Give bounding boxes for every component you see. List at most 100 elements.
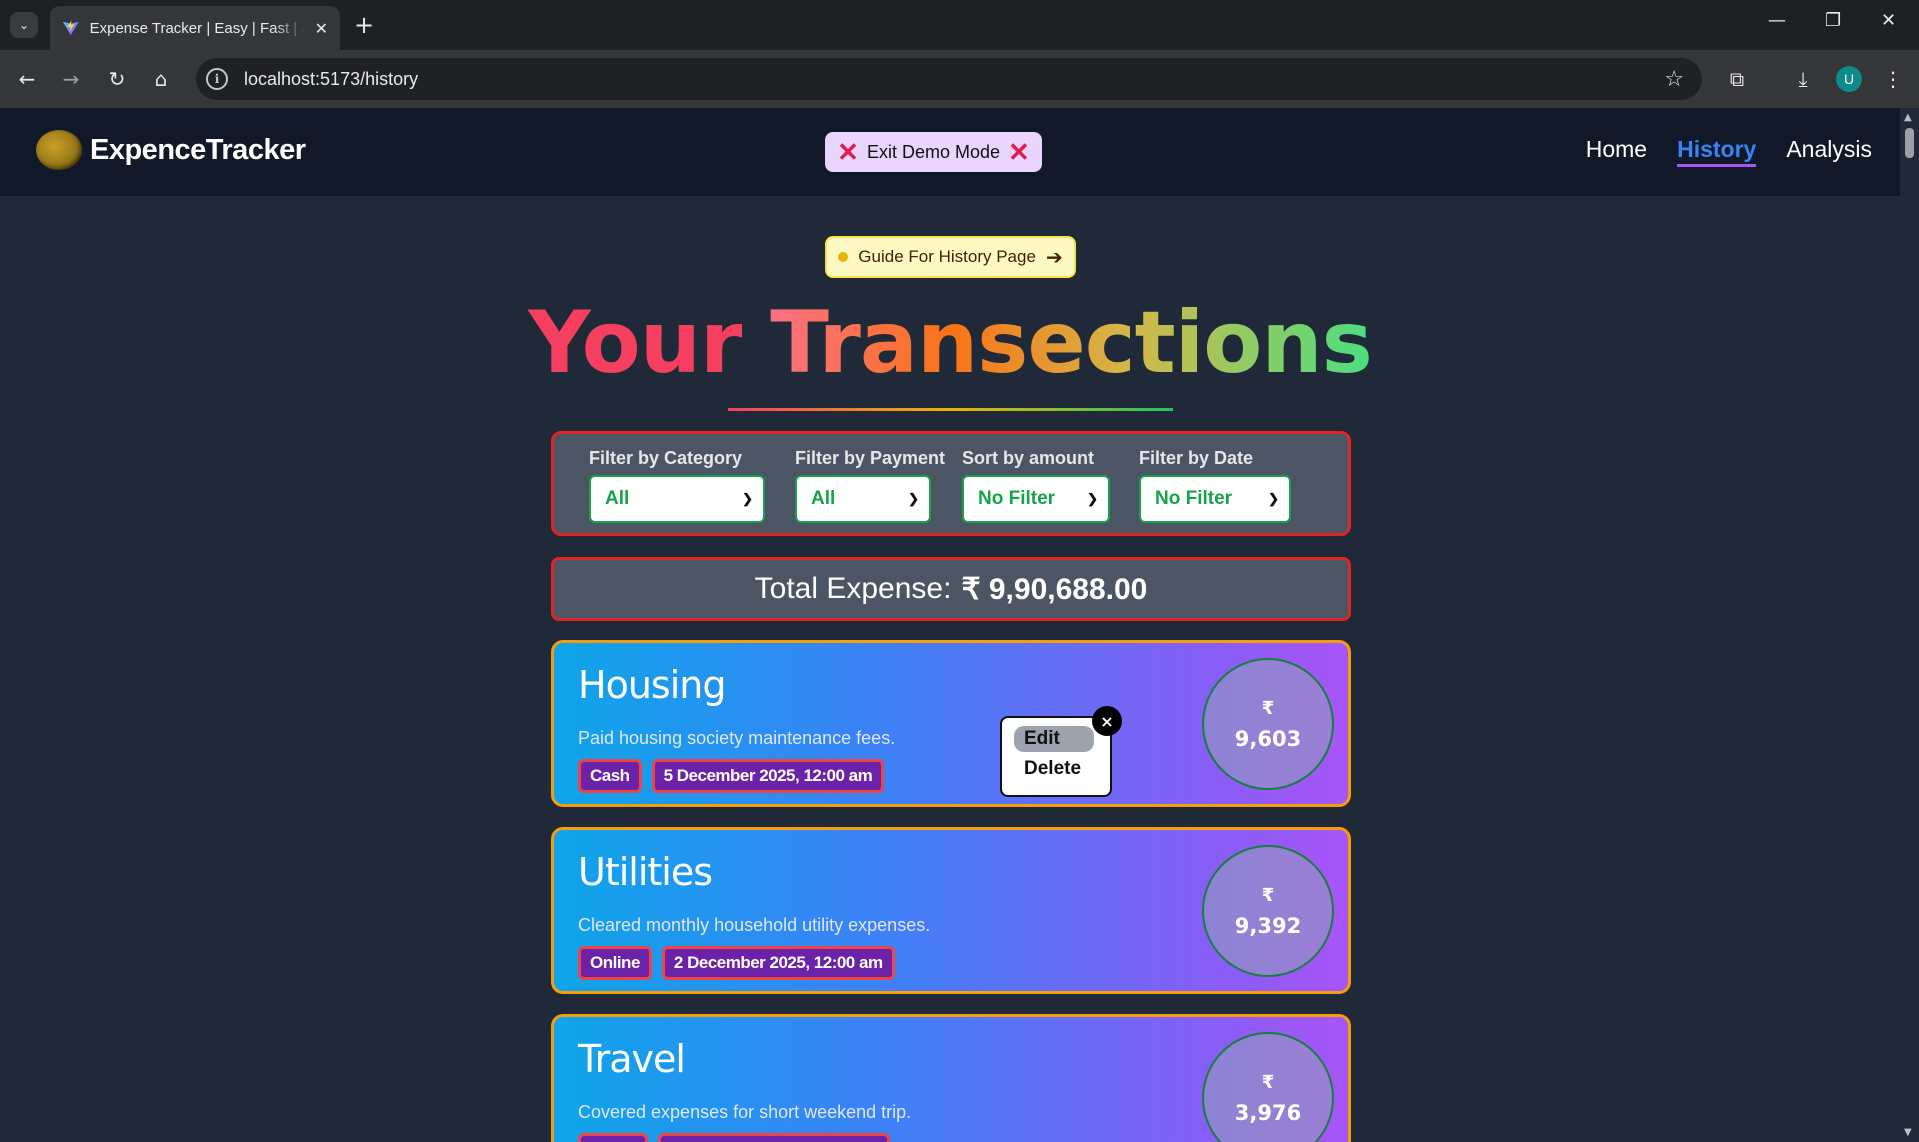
logo-text: ExpenceTracker bbox=[90, 133, 306, 166]
amount-circle: ₹ 9,603 bbox=[1202, 658, 1334, 790]
chevron-down-icon: ❯ bbox=[742, 491, 753, 506]
date-select[interactable]: No Filter ❯ bbox=[1139, 475, 1291, 523]
currency-symbol: ₹ bbox=[1261, 697, 1275, 719]
minimize-icon[interactable]: — bbox=[1768, 10, 1786, 31]
select-value: No Filter bbox=[978, 488, 1056, 509]
sort-amount-select[interactable]: No Filter ❯ bbox=[962, 475, 1110, 523]
back-icon[interactable]: ← bbox=[14, 66, 40, 92]
chevron-down-icon: ❯ bbox=[1087, 491, 1098, 506]
transaction-description: Cleared monthly household utility expens… bbox=[578, 915, 931, 935]
chevron-down-icon: ❯ bbox=[908, 491, 919, 506]
payment-badge: Online bbox=[578, 946, 652, 980]
transaction-amount: 9,392 bbox=[1234, 913, 1302, 938]
transaction-card[interactable]: Travel Covered expenses for short weeken… bbox=[551, 1014, 1351, 1142]
nav-home[interactable]: Home bbox=[1586, 136, 1647, 167]
payment-badge: Cash bbox=[578, 759, 642, 793]
transaction-amount: 3,976 bbox=[1234, 1100, 1302, 1125]
amount-circle: ₹ 9,392 bbox=[1202, 845, 1334, 977]
payment-select[interactable]: All ❯ bbox=[795, 475, 931, 523]
payment-badge bbox=[578, 1133, 648, 1142]
download-icon[interactable]: ⤓ bbox=[1790, 66, 1816, 92]
filter-label: Filter by Date bbox=[1139, 448, 1254, 468]
scroll-thumb[interactable] bbox=[1905, 128, 1914, 158]
transaction-tags bbox=[578, 1133, 890, 1142]
cross-icon: ✕ bbox=[1008, 137, 1030, 167]
filter-date: Filter by Date No Filter ❯ bbox=[1139, 448, 1291, 523]
home-icon[interactable]: ⌂ bbox=[148, 66, 174, 92]
transaction-tags: Cash 5 December 2025, 12:00 am bbox=[578, 759, 885, 793]
category-select[interactable]: All ❯ bbox=[589, 475, 765, 523]
select-value: All bbox=[811, 488, 836, 509]
nav-history[interactable]: History bbox=[1677, 136, 1757, 167]
exit-demo-label: Exit Demo Mode bbox=[866, 141, 1001, 162]
currency-symbol: ₹ bbox=[1261, 1071, 1275, 1093]
date-badge: 2 December 2025, 12:00 am bbox=[661, 946, 895, 980]
new-tab-icon[interactable]: + bbox=[354, 12, 374, 38]
tab-search-chevron-icon[interactable]: ⌄ bbox=[10, 12, 38, 38]
scroll-down-arrow-icon[interactable]: ▼ bbox=[1904, 1127, 1912, 1138]
filter-payment: Filter by Payment All ❯ bbox=[795, 448, 945, 523]
site-nav: Home History Analysis bbox=[1586, 136, 1872, 167]
filter-panel: Filter by Category All ❯ Filter by Payme… bbox=[551, 431, 1351, 536]
select-value: No Filter bbox=[1155, 488, 1233, 509]
exit-demo-button[interactable]: ✕ Exit Demo Mode ✕ bbox=[825, 132, 1042, 172]
page-content: ExpenceTracker ✕ Exit Demo Mode ✕ Home H… bbox=[0, 108, 1900, 1142]
title-word-1: Your bbox=[528, 293, 742, 393]
coin-logo-icon bbox=[36, 130, 82, 170]
url-text[interactable]: localhost:5173/history bbox=[244, 69, 418, 90]
date-badge: 5 December 2025, 12:00 am bbox=[651, 759, 885, 793]
arrow-right-icon: ➔ bbox=[1045, 246, 1063, 269]
transaction-tags: Online 2 December 2025, 12:00 am bbox=[578, 946, 895, 980]
total-expense-box: Total Expense: ₹ 9,90,688.00 bbox=[551, 557, 1351, 621]
total-amount: ₹ 9,90,688.00 bbox=[961, 572, 1148, 606]
guide-button[interactable]: Guide For History Page ➔ bbox=[825, 236, 1076, 278]
page-title: Your Transections bbox=[0, 293, 1900, 393]
title-underline bbox=[728, 408, 1173, 411]
scroll-up-arrow-icon[interactable]: ▲ bbox=[1904, 112, 1912, 123]
profile-avatar[interactable]: U bbox=[1836, 66, 1862, 92]
bookmark-star-icon[interactable]: ☆ bbox=[1664, 67, 1684, 92]
reload-icon[interactable]: ↻ bbox=[104, 66, 130, 92]
browser-tab[interactable]: Expense Tracker | Easy | Fast | Accurate… bbox=[50, 6, 340, 50]
delete-button[interactable]: Delete bbox=[1014, 756, 1091, 782]
close-window-icon[interactable]: ✕ bbox=[1881, 10, 1896, 31]
page-scrollbar[interactable]: ▲ ▼ bbox=[1900, 108, 1919, 1142]
transaction-category: Housing bbox=[578, 663, 726, 707]
tab-close-icon[interactable]: ✕ bbox=[315, 19, 328, 38]
forward-icon[interactable]: → bbox=[58, 66, 84, 92]
transaction-description: Covered expenses for short weekend trip. bbox=[578, 1102, 912, 1122]
filter-label: Filter by Category bbox=[589, 448, 743, 468]
transaction-category: Utilities bbox=[578, 850, 713, 894]
bullet-dot-icon bbox=[838, 252, 849, 262]
total-label: Total Expense: bbox=[754, 572, 952, 605]
select-value: All bbox=[605, 488, 630, 509]
site-logo[interactable]: ExpenceTracker bbox=[36, 130, 306, 170]
extensions-icon[interactable]: ⧉ bbox=[1724, 66, 1750, 92]
browser-menu-icon[interactable]: ⋮ bbox=[1880, 66, 1906, 92]
restore-icon[interactable]: ❐ bbox=[1825, 10, 1841, 31]
vite-favicon-icon bbox=[62, 20, 79, 36]
currency-symbol: ₹ bbox=[1261, 884, 1275, 906]
title-word-2: Transections bbox=[770, 293, 1372, 393]
site-info-icon[interactable]: i bbox=[206, 68, 228, 90]
transaction-card[interactable]: Housing Paid housing society maintenance… bbox=[551, 640, 1351, 807]
amount-circle: ₹ 3,976 bbox=[1202, 1032, 1334, 1142]
transaction-card[interactable]: Utilities Cleared monthly household util… bbox=[551, 827, 1351, 994]
tab-title: Expense Tracker | Easy | Fast | Accurate bbox=[89, 19, 305, 37]
browser-tabbar: ⌄ Expense Tracker | Easy | Fast | Accura… bbox=[0, 0, 1919, 50]
guide-label: Guide For History Page bbox=[858, 247, 1036, 266]
cross-icon: ✕ bbox=[837, 137, 859, 167]
address-bar[interactable]: i localhost:5173/history ☆ bbox=[196, 58, 1702, 100]
filter-label: Filter by Payment bbox=[795, 448, 946, 468]
transaction-description: Paid housing society maintenance fees. bbox=[578, 728, 896, 748]
edit-button[interactable]: Edit bbox=[1014, 726, 1094, 752]
filter-sort-amount: Sort by amount No Filter ❯ bbox=[962, 448, 1110, 523]
filter-label: Sort by amount bbox=[962, 448, 1095, 468]
date-badge bbox=[658, 1133, 890, 1142]
nav-analysis[interactable]: Analysis bbox=[1786, 136, 1872, 167]
chevron-down-icon: ❯ bbox=[1268, 491, 1279, 506]
card-action-menu: Edit Delete × bbox=[1000, 706, 1122, 797]
site-header: ExpenceTracker ✕ Exit Demo Mode ✕ Home H… bbox=[0, 108, 1900, 196]
close-menu-icon[interactable]: × bbox=[1092, 706, 1122, 736]
transaction-amount: 9,603 bbox=[1234, 726, 1302, 751]
